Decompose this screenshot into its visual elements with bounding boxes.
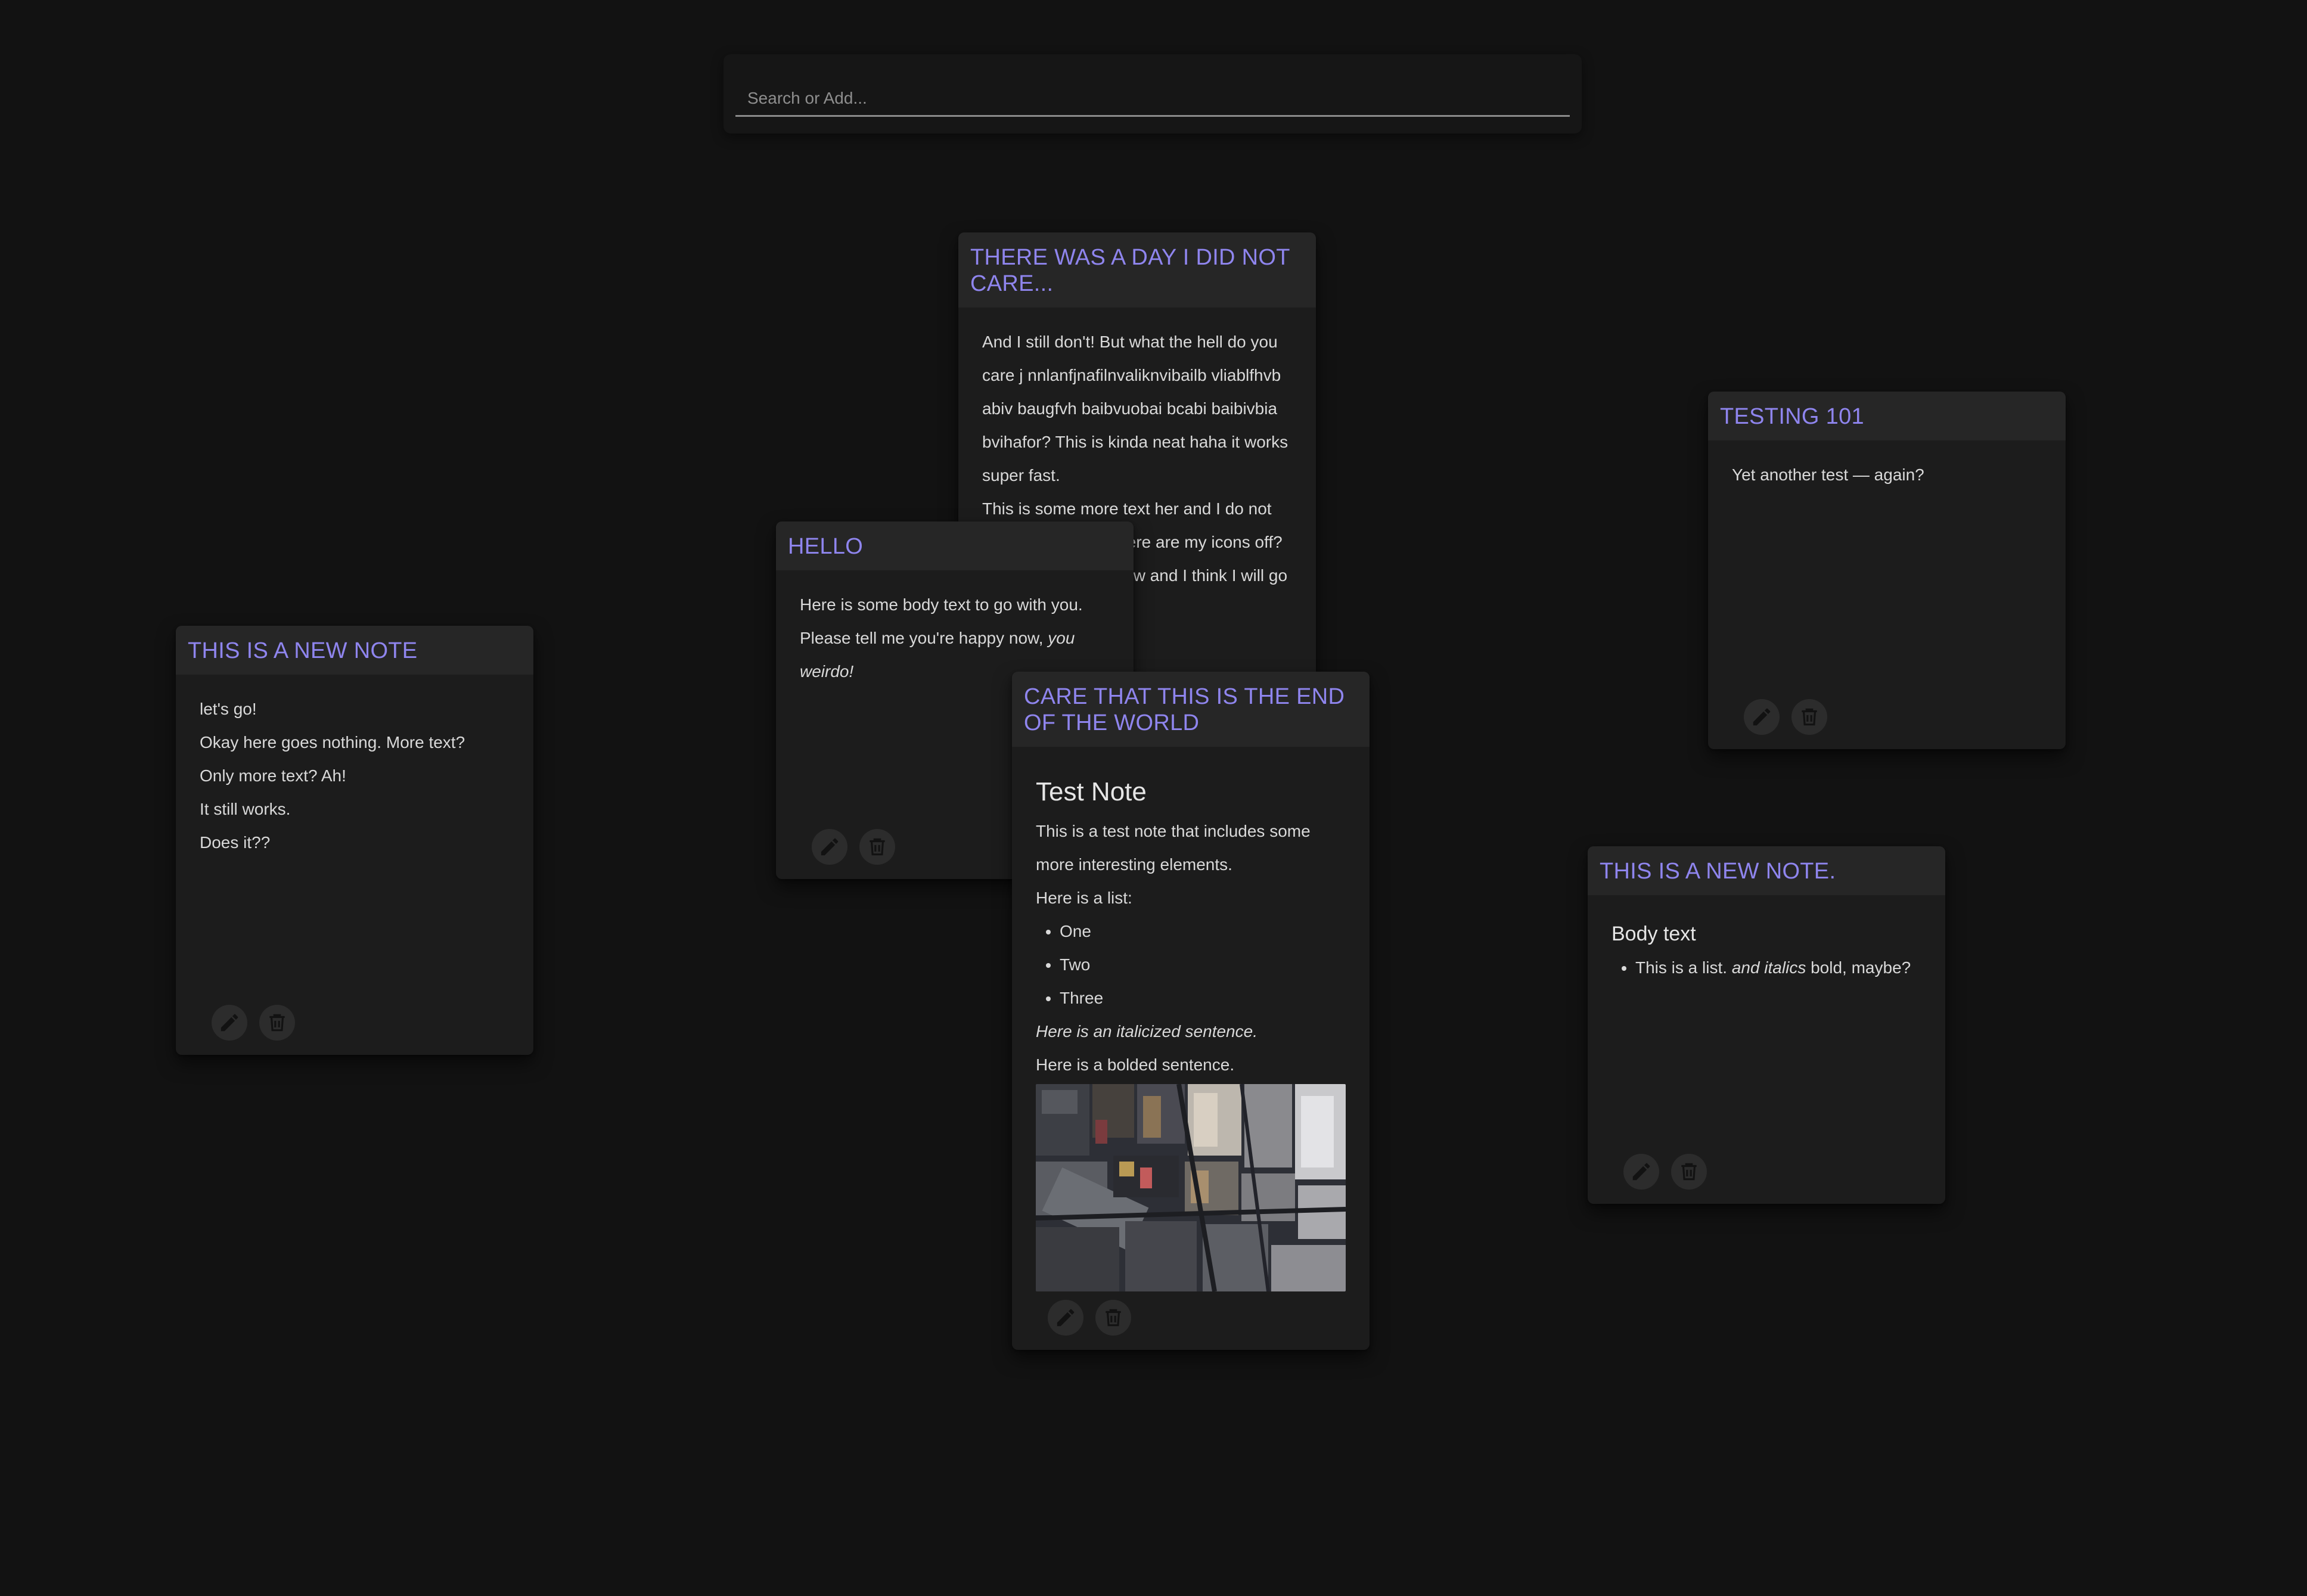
delete-button[interactable] [1095, 1300, 1131, 1336]
trash-icon [1106, 1309, 1121, 1327]
note-card[interactable]: This is a new note let's go! Okay here g… [176, 626, 533, 1055]
search-input[interactable] [735, 81, 1570, 117]
note-paragraph: This is a test note that includes some m… [1036, 822, 1311, 874]
delete-button[interactable] [1671, 1154, 1707, 1190]
note-paragraph: let's go! [200, 700, 257, 718]
note-card[interactable]: This is a new note. Body text This is a … [1588, 846, 1945, 1204]
list-item: Two [1060, 948, 1346, 982]
note-heading: Test Note [1036, 777, 1147, 806]
pencil-icon [821, 838, 839, 856]
city-aerial-image [1035, 1083, 1346, 1292]
note-body[interactable]: Test Note This is a test note that inclu… [1012, 747, 1370, 1303]
search-bar [724, 54, 1582, 133]
note-italic-paragraph: Here is an italicized sentence. [1036, 1015, 1346, 1048]
list-item: Three [1060, 982, 1346, 1015]
note-title: There was a day I did not care... [970, 245, 1290, 296]
note-paragraph: Yet another test — again? [1732, 465, 1924, 484]
note-title: This is a new note. [1600, 859, 1836, 884]
pencil-icon [1057, 1309, 1075, 1327]
list-item: This is a list. and italics bold, maybe? [1635, 951, 1921, 985]
note-text: Here is some body text to go with you. P… [800, 595, 1083, 647]
note-bold-paragraph: Here is a bolded sentence. [1036, 1055, 1235, 1074]
note-actions [812, 829, 895, 865]
note-paragraph: Okay here goes nothing. More text? [200, 733, 465, 752]
note-body[interactable]: Yet another test — again? [1708, 440, 2066, 492]
delete-button[interactable] [859, 829, 895, 865]
note-paragraph: And I still don't! But what the hell do … [982, 333, 1288, 485]
note-paragraph: Here is a list: [1036, 889, 1132, 907]
edit-button[interactable] [212, 1005, 247, 1041]
pencil-icon [1632, 1163, 1650, 1181]
note-list: This is a list. and italics bold, maybe? [1612, 951, 1921, 985]
trash-icon [1802, 708, 1817, 726]
note-body[interactable]: let's go! Okay here goes nothing. More t… [176, 675, 533, 859]
edit-button[interactable] [1623, 1154, 1659, 1190]
note-header[interactable]: This is a new note. [1588, 846, 1945, 895]
note-paragraph: Does it?? [200, 833, 271, 852]
note-body[interactable]: Here is some body text to go with you. P… [776, 570, 1134, 688]
delete-button[interactable] [259, 1005, 295, 1041]
note-body[interactable]: Body text This is a list. and italics bo… [1588, 895, 1945, 985]
note-heading: Body text [1612, 923, 1696, 945]
note-actions [1744, 699, 1827, 735]
trash-icon [870, 838, 885, 856]
note-actions [1623, 1154, 1707, 1190]
edit-button[interactable] [812, 829, 847, 865]
note-card[interactable]: Care that this is the end of the world T… [1012, 672, 1370, 1350]
edit-button[interactable] [1744, 699, 1780, 735]
note-italic-text: Here is an italicized sentence. [1036, 1022, 1257, 1041]
trash-icon [1681, 1163, 1697, 1181]
list-item: One [1060, 915, 1346, 948]
note-title: Testing 101 [1720, 404, 1864, 429]
note-title: Hello [788, 534, 864, 559]
note-paragraph: Only more text? Ah! [200, 766, 346, 785]
note-italic-text: and italics [1731, 958, 1806, 977]
note-card[interactable]: Testing 101 Yet another test — again? [1708, 392, 2066, 749]
delete-button[interactable] [1791, 699, 1827, 735]
note-list: One Two Three [1036, 915, 1346, 1015]
note-header[interactable]: This is a new note [176, 626, 533, 675]
note-text: This is a list. [1635, 958, 1732, 977]
note-paragraph: It still works. [200, 800, 291, 818]
note-header[interactable]: There was a day I did not care... [958, 232, 1316, 308]
pencil-icon [221, 1014, 238, 1032]
edit-button[interactable] [1048, 1300, 1083, 1336]
note-header[interactable]: Care that this is the end of the world [1012, 672, 1370, 747]
trash-icon [269, 1014, 285, 1032]
notes-board: There was a day I did not care... And I … [0, 0, 2307, 1596]
note-title: Care that this is the end of the world [1024, 684, 1345, 735]
note-actions [212, 1005, 295, 1041]
note-title: This is a new note [188, 638, 418, 663]
note-actions [1048, 1300, 1131, 1336]
note-header[interactable]: Testing 101 [1708, 392, 2066, 440]
pencil-icon [1753, 708, 1771, 726]
note-header[interactable]: Hello [776, 521, 1134, 570]
note-text: bold, maybe? [1806, 958, 1911, 977]
